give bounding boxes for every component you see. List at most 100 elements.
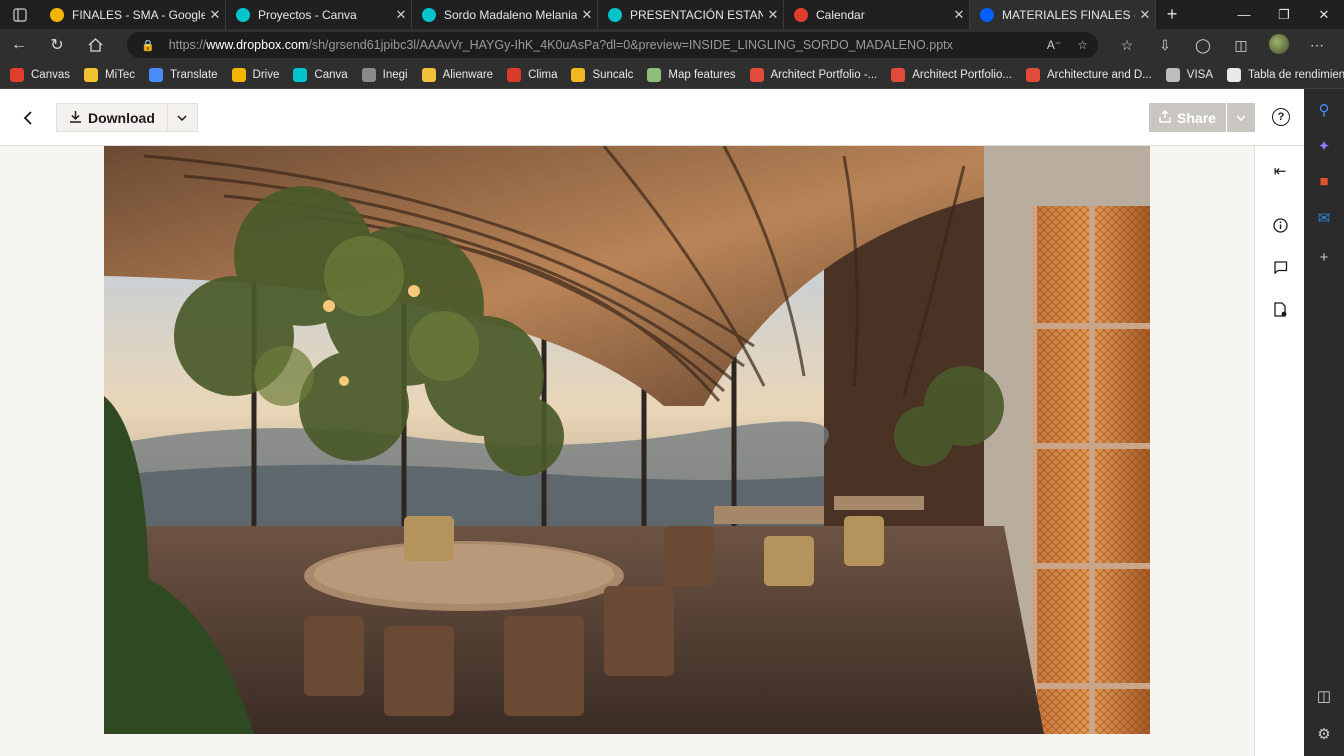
calendar-icon: [794, 7, 808, 22]
collapse-panel-icon[interactable]: ⇤: [1255, 162, 1305, 180]
bookmark-item[interactable]: Drive: [231, 67, 279, 82]
bookmark-item[interactable]: VISA: [1165, 67, 1214, 82]
tab-title: Sordo Madaleno Melania -: [444, 7, 577, 22]
bookmark-item[interactable]: Canvas: [10, 67, 70, 82]
tab-title: Proyectos - Canva: [258, 7, 357, 22]
close-tab-icon[interactable]: ✕: [577, 7, 597, 23]
info-icon[interactable]: [1255, 218, 1305, 237]
help-icon[interactable]: ?: [1272, 108, 1290, 126]
lock-icon[interactable]: 🔒: [141, 39, 155, 52]
canva-icon: [422, 7, 436, 22]
file-activity-icon[interactable]: [1255, 302, 1305, 322]
bookmark-label: Canvas: [31, 68, 70, 81]
back-arrow-icon[interactable]: [16, 106, 40, 130]
bookmark-item[interactable]: Map features: [647, 67, 736, 82]
sun-icon: [571, 67, 586, 82]
share-options-chevron-icon[interactable]: [1227, 103, 1255, 132]
profile-avatar[interactable]: [1260, 33, 1298, 57]
bookmark-item[interactable]: Inegi: [361, 67, 408, 82]
browser-tab[interactable]: MATERIALES FINALES - Dro✕: [970, 0, 1156, 29]
copilot-icon[interactable]: ✦: [1304, 137, 1344, 155]
bookmark-label: Architecture and D...: [1046, 68, 1152, 81]
browser-essentials-icon[interactable]: ◯: [1184, 37, 1222, 54]
bookmark-item[interactable]: Alienware: [421, 67, 494, 82]
back-icon[interactable]: ←: [0, 29, 38, 61]
viewer-side-rail: ⇤: [1254, 146, 1304, 756]
outlook-icon[interactable]: ✉: [1304, 209, 1344, 227]
close-tab-icon[interactable]: ✕: [391, 7, 411, 23]
bookmark-label: Canva: [314, 68, 348, 81]
download-icon: [69, 110, 82, 126]
downloads-icon[interactable]: ⇩: [1146, 37, 1184, 54]
portfolio-icon: [1025, 67, 1040, 82]
extensions-icon[interactable]: ◫: [1222, 37, 1260, 54]
bookmark-item[interactable]: Clima: [507, 67, 557, 82]
browser-tab[interactable]: Calendar ✕: [784, 0, 970, 29]
bookmark-item[interactable]: Architect Portfolio -...: [749, 67, 877, 82]
read-aloud-icon[interactable]: A⁻: [1047, 38, 1061, 52]
folder-icon: [421, 67, 436, 82]
url-path: /sh/grsend61jpibc3l/AAAvVr_HAYGy-IhK_4K0…: [308, 38, 953, 52]
download-button[interactable]: Download: [57, 104, 167, 131]
bookmark-item[interactable]: Tabla de rendimient...: [1227, 67, 1344, 82]
tab-title: PRESENTACIÓN ESTANCIA: [630, 7, 763, 22]
close-tab-icon[interactable]: ✕: [949, 7, 969, 23]
bookmark-label: MiTec: [105, 68, 136, 81]
bookmark-item[interactable]: Canva: [293, 67, 348, 82]
browser-toolbar: ← ↻ 🔒 https://www.dropbox.com/sh/grsend6…: [0, 29, 1344, 61]
more-menu-icon[interactable]: ⋯: [1298, 37, 1336, 54]
maximize-icon[interactable]: ❐: [1264, 0, 1304, 29]
bookmark-item[interactable]: MiTec: [84, 67, 136, 82]
add-sidebar-app-icon[interactable]: +: [1304, 249, 1344, 266]
bookmark-item[interactable]: Translate: [149, 67, 218, 82]
canva-icon: [236, 7, 250, 22]
bookmark-item[interactable]: Suncalc: [571, 67, 633, 82]
bars-icon: [84, 67, 98, 82]
close-tab-icon[interactable]: ✕: [763, 7, 783, 23]
dropbox-icon: [980, 7, 994, 22]
minimize-icon[interactable]: —: [1224, 0, 1264, 29]
preview-bottom-margin: [0, 736, 1254, 756]
download-button-group: Download: [56, 103, 198, 132]
portfolio-icon: [749, 67, 764, 82]
bookmark-item[interactable]: Architect Portfolio...: [891, 67, 1012, 82]
bookmark-item[interactable]: Architecture and D...: [1025, 67, 1152, 82]
share-label: Share: [1177, 109, 1216, 126]
refresh-icon[interactable]: ↻: [38, 29, 76, 61]
comment-icon[interactable]: [1255, 260, 1305, 279]
browser-tab[interactable]: Sordo Madaleno Melania - ✕: [412, 0, 598, 29]
share-icon: [1159, 109, 1171, 126]
bookmarks-bar: Canvas MiTec Translate Drive Canva Inegi Alien…: [0, 61, 1344, 89]
bookmark-label: Map features: [668, 68, 736, 81]
browser-tab-strip: FINALES - SMA - Google Dr✕Proyectos - Ca…: [0, 0, 1344, 29]
download-label: Download: [88, 109, 155, 126]
tab-actions-icon[interactable]: [0, 0, 40, 29]
url-scheme: https://: [168, 38, 207, 52]
translate-icon: [149, 67, 164, 82]
close-window-icon[interactable]: ✕: [1304, 0, 1344, 29]
close-tab-icon[interactable]: ✕: [1135, 7, 1155, 23]
bookmark-label: Tabla de rendimient...: [1248, 68, 1344, 81]
settings-gear-icon[interactable]: ⚙: [1304, 725, 1344, 743]
bookmark-label: Alienware: [442, 68, 494, 81]
home-icon[interactable]: [76, 29, 114, 61]
browser-tab[interactable]: FINALES - SMA - Google Dr✕: [40, 0, 226, 29]
browser-tab[interactable]: PRESENTACIÓN ESTANCIA✕: [598, 0, 784, 29]
favorites-icon[interactable]: ☆: [1108, 37, 1146, 54]
browser-tab[interactable]: Proyectos - Canva ✕: [226, 0, 412, 29]
dropbox-page: Download Share ? ⇤: [0, 89, 1304, 756]
bookmark-label: Inegi: [382, 68, 408, 81]
bookmark-label: VISA: [1186, 68, 1214, 81]
search-icon[interactable]: ⚲: [1304, 101, 1344, 119]
download-options-chevron-icon[interactable]: [166, 104, 197, 131]
hide-sidebar-icon[interactable]: ◫: [1304, 687, 1344, 705]
tab-title: Calendar: [816, 7, 865, 22]
add-favorite-icon[interactable]: ☆: [1077, 38, 1088, 52]
address-bar[interactable]: 🔒 https://www.dropbox.com/sh/grsend61jpi…: [127, 32, 1098, 58]
share-button[interactable]: Share: [1149, 103, 1226, 132]
bookmark-label: Translate: [170, 68, 218, 81]
new-tab-button[interactable]: +: [1156, 4, 1188, 25]
close-tab-icon[interactable]: ✕: [205, 7, 225, 23]
office-icon[interactable]: ■: [1304, 173, 1344, 190]
canva-icon: [608, 7, 622, 22]
